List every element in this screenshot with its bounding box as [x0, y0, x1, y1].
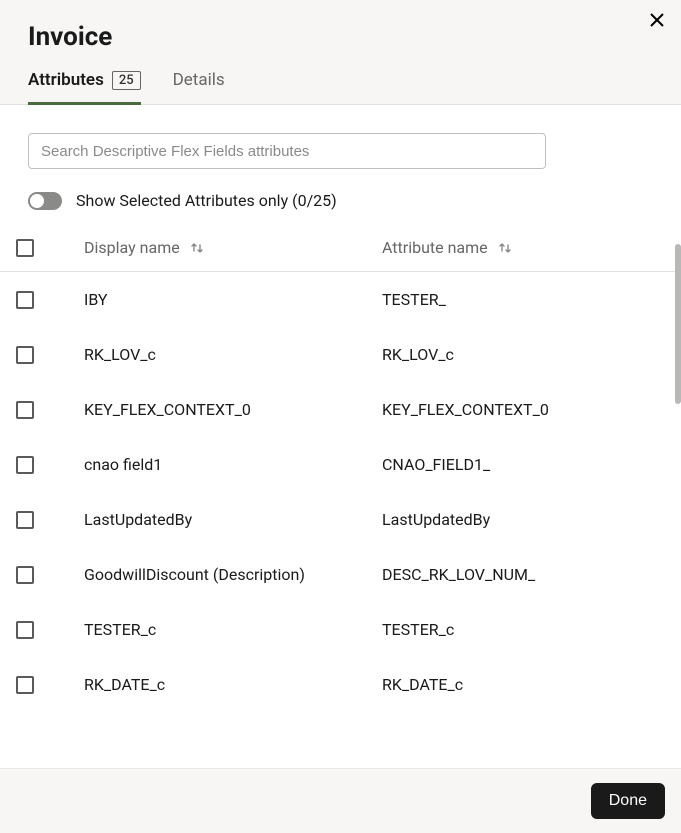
page-title: Invoice: [0, 0, 681, 70]
close-icon: [649, 12, 665, 28]
table-header: Display name Attribute name: [0, 228, 681, 272]
attribute-name-cell: TESTER_c: [382, 620, 454, 639]
display-name-cell: LastUpdatedBy: [84, 510, 192, 529]
table-row: LastUpdatedBy LastUpdatedBy: [0, 492, 681, 547]
attribute-name-cell: KEY_FLEX_CONTEXT_0: [382, 400, 549, 419]
select-all-checkbox[interactable]: [16, 239, 34, 257]
tab-details-label: Details: [173, 70, 225, 90]
show-selected-toggle[interactable]: [28, 192, 62, 210]
column-display-label: Display name: [84, 238, 180, 257]
sort-icon: [498, 241, 512, 255]
table-row: TESTER_c TESTER_c: [0, 602, 681, 657]
tabs: Attributes 25 Details: [0, 70, 681, 105]
column-header-attribute[interactable]: Attribute name: [382, 238, 681, 257]
attribute-name-cell: LastUpdatedBy: [382, 510, 490, 529]
sort-icon: [190, 241, 204, 255]
row-checkbox[interactable]: [16, 511, 34, 529]
tab-attributes[interactable]: Attributes 25: [28, 70, 141, 105]
row-checkbox[interactable]: [16, 621, 34, 639]
attribute-name-cell: RK_DATE_c: [382, 675, 463, 694]
display-name-cell: RK_LOV_c: [84, 345, 156, 364]
display-name-cell: RK_DATE_c: [84, 675, 165, 694]
scrollbar[interactable]: [675, 244, 681, 404]
row-checkbox[interactable]: [16, 566, 34, 584]
row-checkbox[interactable]: [16, 676, 34, 694]
table-row: IBY TESTER_: [0, 272, 681, 327]
display-name-cell: cnao field1: [84, 455, 162, 474]
toggle-knob: [30, 194, 44, 208]
column-header-display[interactable]: Display name: [84, 238, 382, 257]
attribute-name-cell: TESTER_: [382, 290, 446, 309]
display-name-cell: IBY: [84, 290, 108, 309]
table-row: RK_LOV_c RK_LOV_c: [0, 327, 681, 382]
display-name-cell: TESTER_c: [84, 620, 156, 639]
row-checkbox[interactable]: [16, 401, 34, 419]
tab-attributes-label: Attributes: [28, 70, 104, 90]
search-input[interactable]: [28, 133, 546, 169]
table-row: KEY_FLEX_CONTEXT_0 KEY_FLEX_CONTEXT_0: [0, 382, 681, 437]
close-button[interactable]: [645, 8, 669, 32]
display-name-cell: KEY_FLEX_CONTEXT_0: [84, 400, 251, 419]
attribute-name-cell: CNAO_FIELD1_: [382, 455, 490, 474]
table-row: GoodwillDiscount (Description) DESC_RK_LO…: [0, 547, 681, 602]
attribute-name-cell: DESC_RK_LOV_NUM_: [382, 565, 535, 584]
done-button[interactable]: Done: [591, 783, 665, 819]
row-checkbox[interactable]: [16, 346, 34, 364]
row-checkbox[interactable]: [16, 291, 34, 309]
attribute-name-cell: RK_LOV_c: [382, 345, 454, 364]
tab-details[interactable]: Details: [173, 70, 225, 105]
column-attribute-label: Attribute name: [382, 238, 488, 257]
toggle-label: Show Selected Attributes only (0/25): [76, 191, 337, 210]
display-name-cell: GoodwillDiscount (Description): [84, 565, 305, 584]
tab-attributes-badge: 25: [112, 71, 141, 90]
table-row: cnao field1 CNAO_FIELD1_: [0, 437, 681, 492]
row-checkbox[interactable]: [16, 456, 34, 474]
table-row: RK_DATE_c RK_DATE_c: [0, 657, 681, 712]
